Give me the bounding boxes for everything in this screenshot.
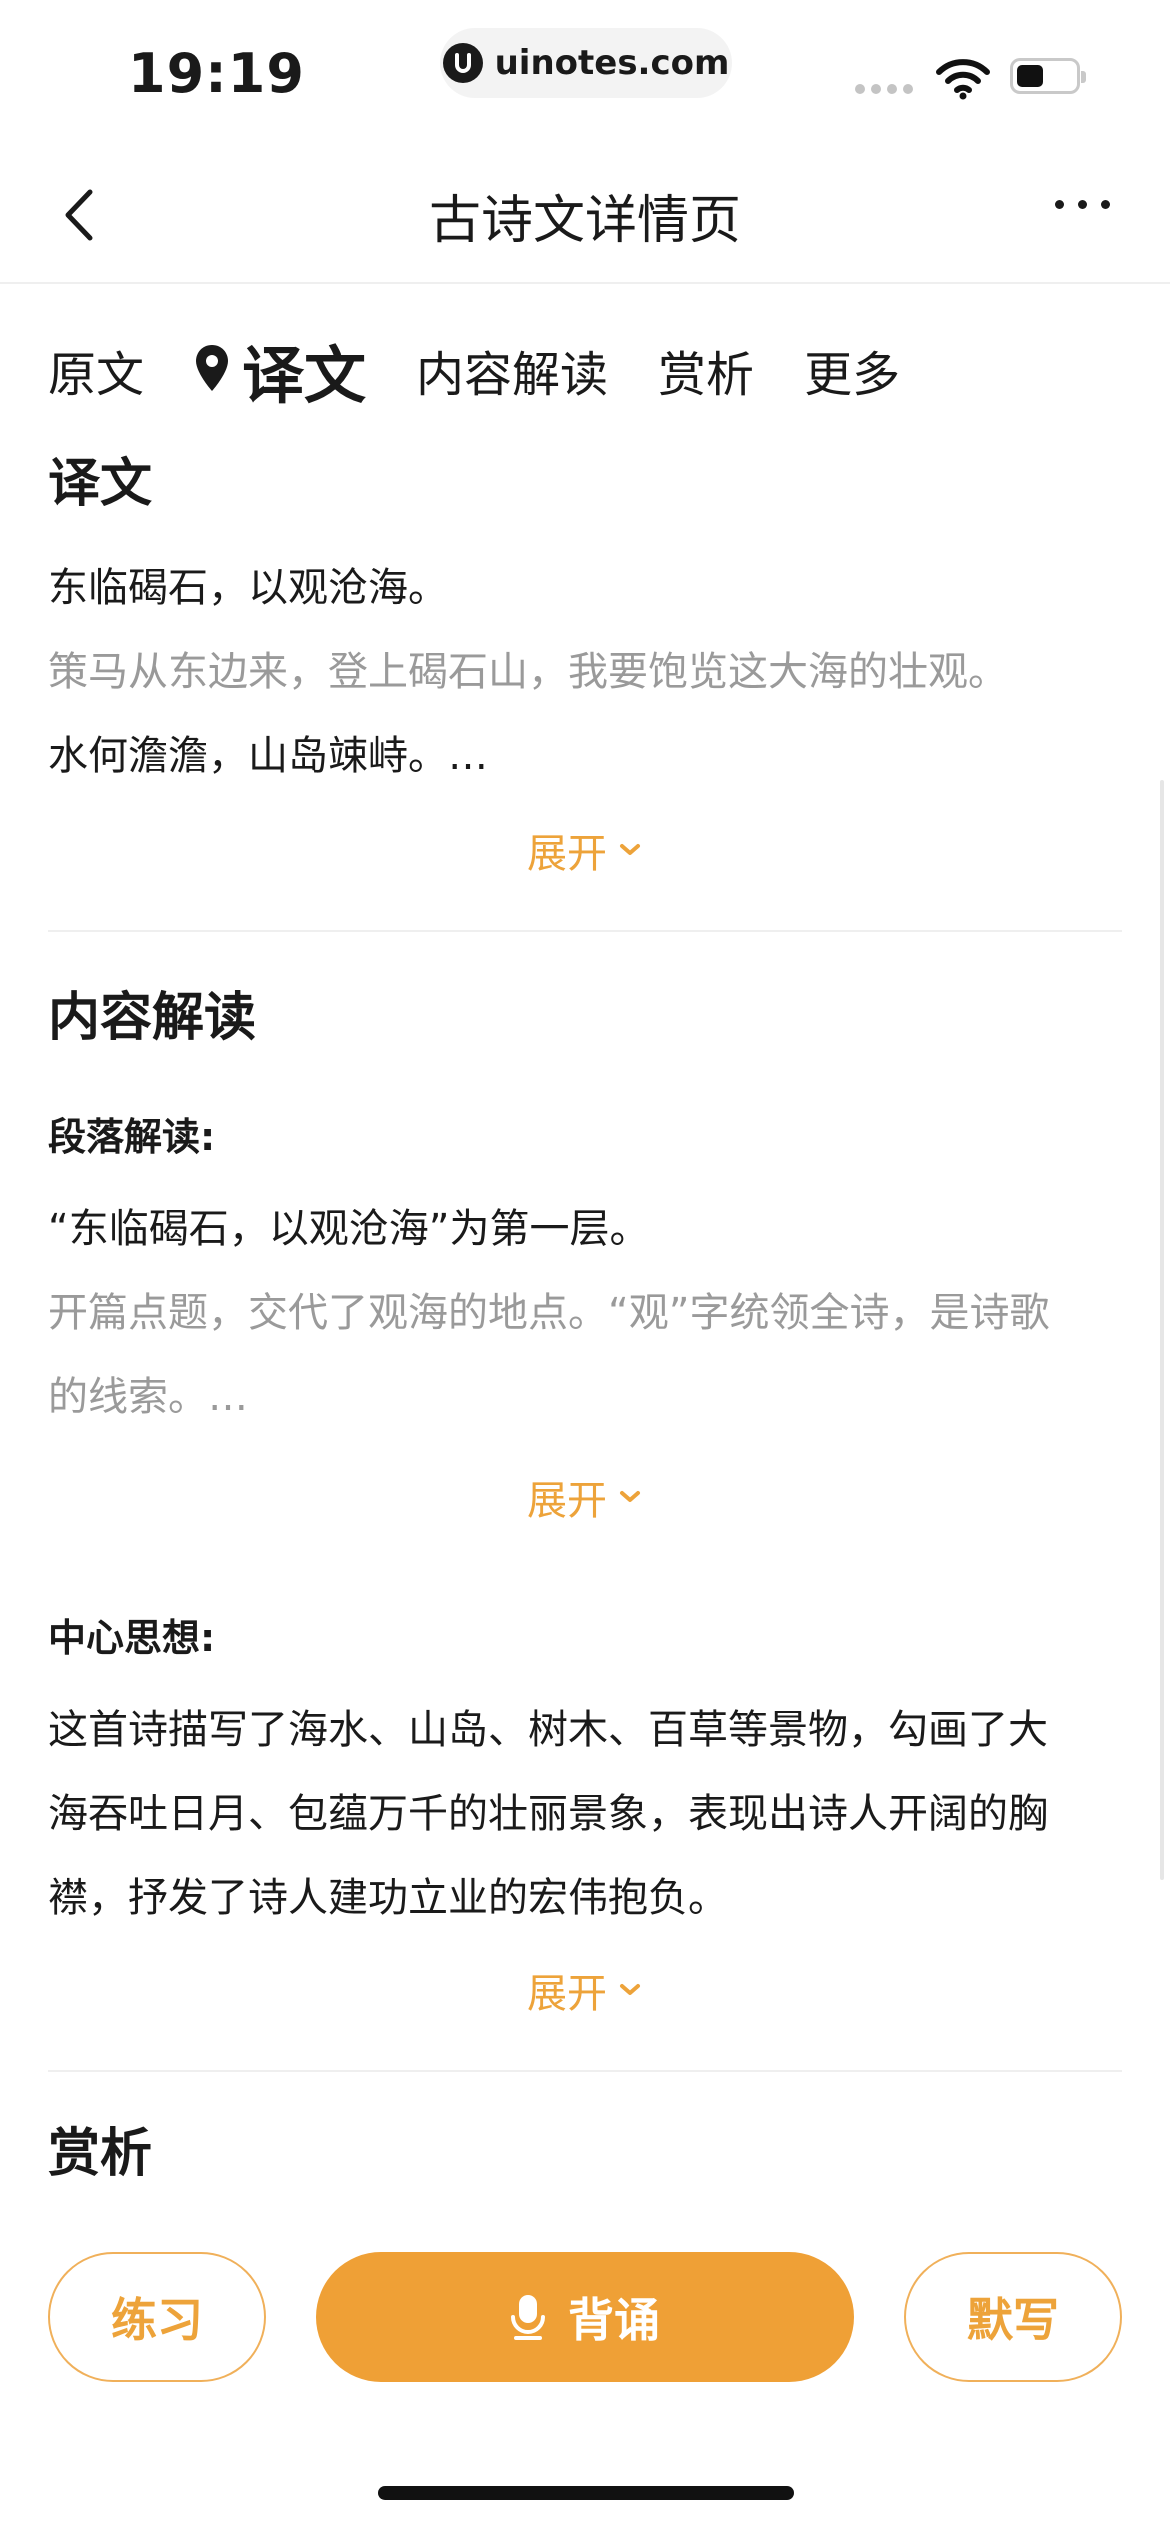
translation-expand-button[interactable]: 展开 <box>48 820 1122 880</box>
section-tabs: 原文 译文 内容解读 赏析 更多 <box>48 320 950 420</box>
theme-expand-button[interactable]: 展开 <box>48 1960 1122 2020</box>
chevron-down-icon <box>620 1491 640 1502</box>
bottom-action-bar: 练习 背诵 默写 <box>0 2200 1170 2532</box>
url-pill[interactable]: uinotes.com <box>440 28 732 98</box>
url-text: uinotes.com <box>494 43 730 83</box>
translation-line: 水何澹澹，山岛竦峙。… <box>48 733 488 779</box>
site-logo-icon <box>442 43 483 83</box>
status-time: 19:19 <box>128 42 305 105</box>
translation-title: 译文 <box>48 454 153 514</box>
content-area: 译文 东临碣石，以观沧海。 策马从东边来，登上碣石山，我要饱览这大海的壮观。 水… <box>48 440 1122 2180</box>
tab-appreciation[interactable]: 赏析 <box>658 335 754 405</box>
theme-line: 海吞吐日月、包蕴万千的壮丽景象，表现出诗人开阔的胸 <box>48 1791 1048 1837</box>
tab-original[interactable]: 原文 <box>48 335 144 405</box>
home-indicator[interactable] <box>378 2486 794 2500</box>
more-options-icon[interactable] <box>1055 200 1110 209</box>
page-title: 古诗文详情页 <box>428 191 741 251</box>
paragraph-line: 的线索。… <box>48 1374 248 1420</box>
theme-line: 这首诗描写了海水、山岛、树木、百草等景物，勾画了大 <box>48 1707 1048 1753</box>
scrollbar[interactable] <box>1160 780 1164 1880</box>
translation-line: 策马从东边来，登上碣石山，我要饱览这大海的壮观。 <box>48 649 1008 695</box>
section-divider <box>48 930 1122 932</box>
battery-icon <box>1010 58 1086 94</box>
theme-line: 襟，抒发了诗人建功立业的宏伟抱负。 <box>48 1875 728 1921</box>
appreciation-title: 赏析 <box>48 2124 153 2184</box>
paragraph-line: 开篇点题，交代了观海的地点。“观”字统领全诗，是诗歌 <box>48 1290 1050 1336</box>
status-bar: 19:19 uinotes.com <box>0 0 1170 140</box>
paragraph-line: “东临碣石，以观沧海”为第一层。 <box>48 1206 650 1252</box>
recite-button[interactable]: 背诵 <box>316 2252 854 2382</box>
location-pin-icon <box>196 345 229 391</box>
tab-interpretation[interactable]: 内容解读 <box>416 335 608 405</box>
chevron-down-icon <box>620 1984 640 1995</box>
microphone-icon <box>511 2295 545 2340</box>
translation-line: 东临碣石，以观沧海。 <box>48 565 448 611</box>
wifi-icon <box>936 59 990 100</box>
paragraph-interpretation-label: 段落解读: <box>48 1115 216 1159</box>
section-divider <box>48 2070 1122 2072</box>
chevron-down-icon <box>620 844 640 855</box>
nav-bar: 古诗文详情页 <box>0 150 1170 284</box>
interpretation-title: 内容解读 <box>48 988 257 1048</box>
cellular-signal-icon <box>855 84 913 94</box>
tab-translation[interactable]: 译文 <box>194 325 366 415</box>
dictation-button[interactable]: 默写 <box>904 2252 1122 2382</box>
theme-label: 中心思想: <box>48 1616 216 1660</box>
practice-button[interactable]: 练习 <box>48 2252 266 2382</box>
paragraph-expand-button[interactable]: 展开 <box>48 1467 1122 1527</box>
tab-more[interactable]: 更多 <box>804 335 900 405</box>
